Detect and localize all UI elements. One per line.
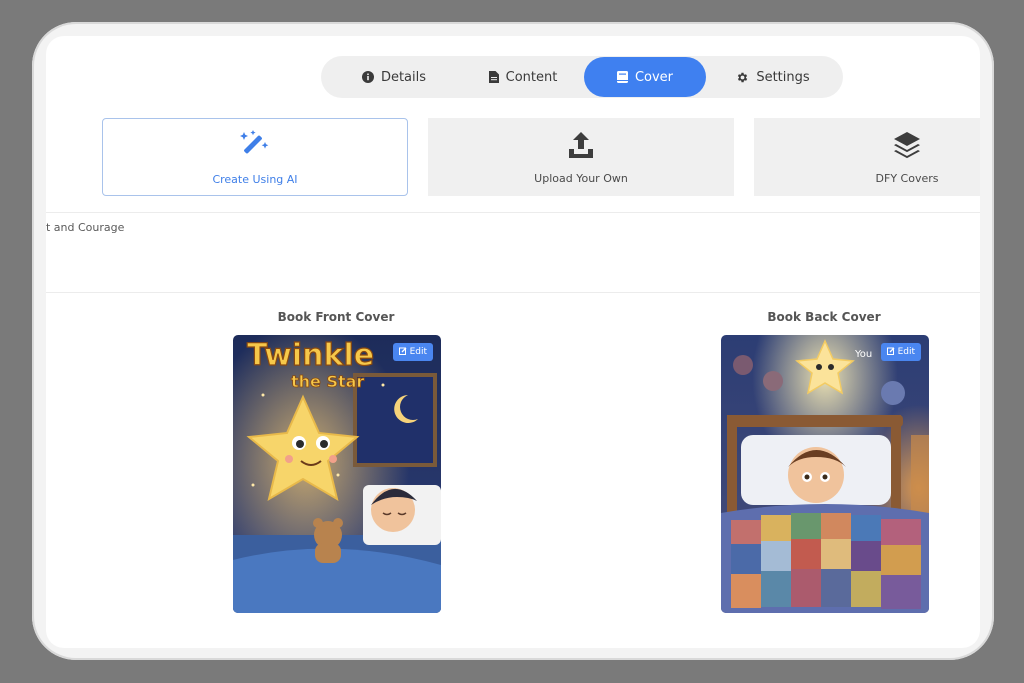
magic-wand-icon [238, 129, 272, 164]
gear-icon [736, 71, 749, 84]
front-cover-edit-button[interactable]: Edit [392, 343, 433, 361]
tab-details-label: Details [380, 69, 427, 85]
info-icon [361, 71, 374, 83]
dfy-covers-option[interactable]: DFY Covers [754, 118, 980, 196]
dfy-covers-label: DFY Covers [875, 171, 939, 185]
section-divider [46, 292, 980, 293]
create-using-ai-option[interactable]: Create Using AI [102, 118, 408, 196]
tab-details[interactable]: Details [325, 57, 463, 97]
tab-settings[interactable]: Settings [707, 57, 839, 97]
create-using-ai-label: Create Using AI [212, 172, 298, 186]
tab-cover[interactable]: Cover [584, 57, 706, 97]
tab-settings-label: Settings [756, 69, 810, 85]
edit-icon [886, 347, 895, 358]
app-screen: Details Content Cover Settings Create Us… [46, 36, 980, 648]
upload-your-own-label: Upload Your Own [534, 171, 628, 185]
section-divider [46, 212, 980, 213]
layers-icon [892, 130, 922, 163]
book-icon [616, 71, 628, 83]
front-cover-artwork-title: Twinkle [247, 338, 374, 373]
back-cover-edit-button[interactable]: Edit [880, 343, 921, 361]
document-icon [488, 71, 499, 83]
front-cover-artwork-subtitle: the Star [291, 372, 364, 391]
upload-icon [566, 130, 596, 163]
front-cover-image: Twinkle the Star Edit [233, 335, 441, 613]
tab-cover-label: Cover [634, 69, 674, 85]
edit-icon [398, 347, 407, 358]
back-cover-artwork-text: You [854, 349, 872, 360]
upload-your-own-option[interactable]: Upload Your Own [428, 118, 734, 196]
cover-editor-tabs: Details Content Cover Settings [321, 56, 843, 98]
back-cover-edit-label: Edit [897, 347, 915, 357]
book-title-text: t and Courage [46, 221, 125, 234]
tab-content[interactable]: Content [463, 57, 583, 97]
back-cover-label: Book Back Cover [767, 310, 881, 324]
back-cover-image: You Edit [721, 335, 929, 613]
front-cover-edit-label: Edit [409, 347, 427, 357]
front-cover-label: Book Front Cover [277, 310, 395, 324]
tab-content-label: Content [505, 69, 558, 85]
